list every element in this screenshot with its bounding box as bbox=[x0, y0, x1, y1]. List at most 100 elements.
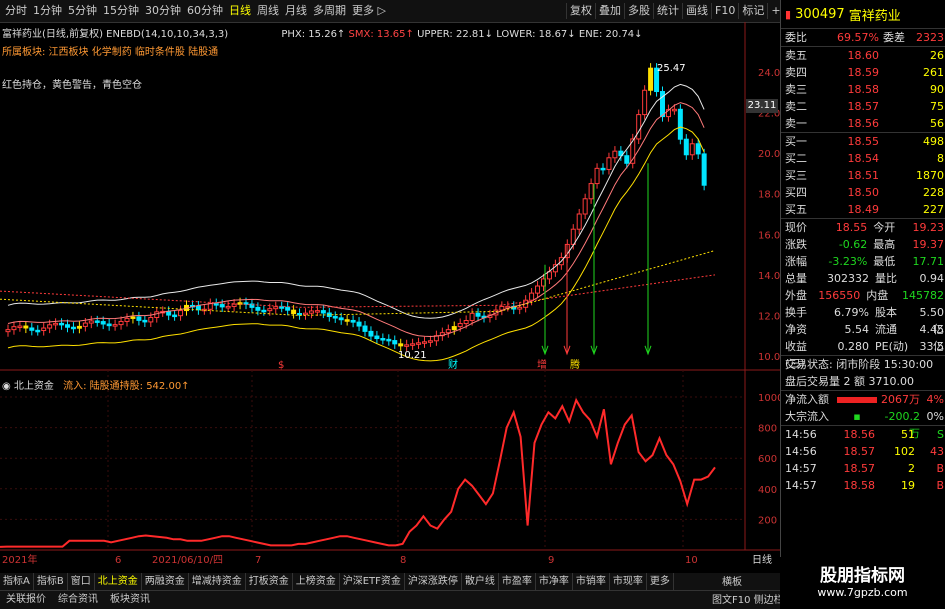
candle bbox=[612, 150, 618, 159]
stock-name: 富祥药业 bbox=[848, 8, 901, 24]
candle bbox=[386, 338, 392, 342]
indicator-tab[interactable]: 指标B bbox=[34, 573, 68, 590]
candle bbox=[422, 341, 427, 344]
indicator-tab[interactable]: 更多 bbox=[647, 573, 674, 590]
order-row: 买四 18.50 228 bbox=[785, 186, 944, 199]
period-tab[interactable]: 月线 bbox=[282, 3, 310, 19]
indicator-tab[interactable]: 上榜资金 bbox=[293, 573, 340, 590]
candle bbox=[689, 143, 695, 156]
candle bbox=[469, 312, 475, 322]
indicator-tab[interactable]: 增减持资金 bbox=[189, 573, 246, 590]
period-tab[interactable]: 周线 bbox=[254, 3, 282, 19]
order-row: 买五 18.49 227 bbox=[785, 203, 944, 216]
candle bbox=[267, 308, 273, 312]
indicator-tab[interactable]: 指标A bbox=[0, 573, 34, 590]
period-tab[interactable]: 15分钟 bbox=[100, 3, 142, 19]
period-tab[interactable]: 5分钟 bbox=[65, 3, 100, 19]
price-tick: 12.00 bbox=[758, 311, 780, 322]
candle bbox=[166, 310, 172, 316]
candle bbox=[648, 67, 654, 91]
candle bbox=[279, 306, 285, 309]
toolbar-button[interactable]: 叠加 bbox=[595, 3, 624, 19]
toolbar-button[interactable]: F10 bbox=[711, 3, 738, 19]
period-tab[interactable]: 更多 ▷ bbox=[349, 3, 389, 19]
chart-area[interactable]: 24.0022.0020.0018.0016.0014.0012.0010.00… bbox=[0, 22, 780, 566]
price-tick: 10.00 bbox=[758, 352, 780, 363]
sub-tick: 600 bbox=[758, 454, 777, 465]
info-tab[interactable]: 板块资讯 bbox=[104, 591, 156, 608]
candle bbox=[291, 309, 297, 315]
candle bbox=[23, 325, 29, 329]
quote-row: 净资 5.54 流通 4.45亿 bbox=[785, 323, 944, 353]
period-tab[interactable]: 60分钟 bbox=[184, 3, 226, 19]
indicator-tab[interactable]: 市销率 bbox=[573, 573, 610, 590]
candle bbox=[546, 271, 552, 280]
period-tab[interactable]: 30分钟 bbox=[142, 3, 184, 19]
tick-list: 14:56 18.56 51 S 14:56 18.57 102 43 14:57 18.57 2 B… bbox=[781, 425, 945, 494]
indicator-tab[interactable]: 市现率 bbox=[610, 573, 647, 590]
smx-line bbox=[0, 250, 716, 316]
indicator-tab[interactable]: 散户线 bbox=[462, 573, 499, 590]
f10-sidebar-link[interactable]: 图文F10 侧边栏 bbox=[712, 591, 784, 606]
star-icon[interactable]: ▮ bbox=[785, 8, 791, 21]
corner-label[interactable]: 横板 bbox=[722, 573, 742, 588]
candle bbox=[410, 343, 416, 346]
kline-chart[interactable]: 24.0022.0020.0018.0016.0014.0012.0010.00… bbox=[0, 22, 780, 573]
price-tick: 16.00 bbox=[758, 230, 780, 241]
indicator-tab[interactable]: 沪深ETF资金 bbox=[340, 573, 405, 590]
candle bbox=[576, 213, 582, 230]
candle bbox=[106, 323, 112, 327]
candle bbox=[172, 314, 178, 318]
candle bbox=[94, 320, 100, 323]
order-row: 买二 18.54 8 bbox=[785, 152, 944, 165]
indicator-tab[interactable]: 市盈率 bbox=[499, 573, 536, 590]
period-tab[interactable]: 分时 bbox=[2, 3, 30, 19]
order-row: 卖一 18.56 56 bbox=[785, 117, 944, 130]
candle bbox=[517, 306, 523, 310]
period-tab[interactable]: 日线 bbox=[226, 3, 254, 19]
info-tab[interactable]: 关联报价 bbox=[0, 591, 52, 608]
period-tab[interactable]: 1分钟 bbox=[30, 3, 65, 19]
toolbar-button[interactable]: 统计 bbox=[653, 3, 682, 19]
candle bbox=[308, 310, 314, 314]
toolbar-button[interactable]: 复权 bbox=[566, 3, 595, 19]
indicator-tab[interactable]: 沪深涨跌停 bbox=[405, 573, 462, 590]
sector-label: 所属板块: 江西板块 化学制药 临时条件股 陆股通 bbox=[2, 47, 219, 58]
candle bbox=[636, 114, 642, 140]
chart-title: 富祥药业(日线,前复权) ENEBD(14,10,10,34,3,3) PHX:… bbox=[2, 29, 643, 40]
fund-flow: 净流入额 2067万 4% 大宗流入 ▪ -200.2万 0% bbox=[781, 390, 945, 440]
weibi-row: 委比 69.57% 委差 2323 bbox=[785, 31, 944, 44]
dayline-label: 日线 bbox=[752, 553, 772, 566]
candle bbox=[416, 342, 422, 345]
mid-band bbox=[7, 102, 705, 338]
indicator-tab[interactable]: 市净率 bbox=[536, 573, 573, 590]
candle bbox=[368, 330, 374, 337]
indicator-tab[interactable]: 打板资金 bbox=[246, 573, 293, 590]
indicator-tab[interactable]: 窗口 bbox=[68, 573, 95, 590]
candle bbox=[582, 198, 588, 215]
price-tick: 14.00 bbox=[758, 271, 780, 282]
candle bbox=[11, 326, 17, 331]
lower-band bbox=[7, 126, 705, 362]
candle bbox=[100, 321, 106, 325]
candle bbox=[683, 138, 689, 156]
tick-row: 14:57 18.58 19 B bbox=[785, 479, 944, 492]
order-row: 买一 18.55 498 bbox=[785, 135, 944, 148]
toolbar-button[interactable]: 画线 bbox=[682, 3, 711, 19]
indicator-tab[interactable]: 两融资金 bbox=[142, 573, 189, 590]
indicator-tabs: 指标A 指标B 窗口 北上资金 两融资金 增减持资金 打板资金 上榜资金 沪深ETF资金 沪深涨跌… bbox=[0, 573, 780, 591]
candle bbox=[88, 320, 94, 324]
period-tab[interactable]: 多周期 bbox=[310, 3, 349, 19]
quote-row: 涨跌 -0.62 最高 19.37 bbox=[785, 238, 944, 251]
toolbar-button[interactable]: 多股 bbox=[624, 3, 653, 19]
info-tab[interactable]: 综合资讯 bbox=[52, 591, 104, 608]
candle bbox=[118, 320, 124, 326]
candle bbox=[154, 311, 160, 319]
toolbar-button[interactable]: 标记 bbox=[738, 3, 767, 19]
event-marker: $ bbox=[278, 360, 284, 371]
quote-row: 换手 6.79% 股本 5.50亿 bbox=[785, 306, 944, 336]
sub-tick: 1000 bbox=[758, 393, 780, 404]
x-label: 2021年 bbox=[2, 553, 37, 566]
indicator-tab[interactable]: 北上资金 bbox=[95, 573, 142, 590]
candle bbox=[148, 317, 154, 323]
